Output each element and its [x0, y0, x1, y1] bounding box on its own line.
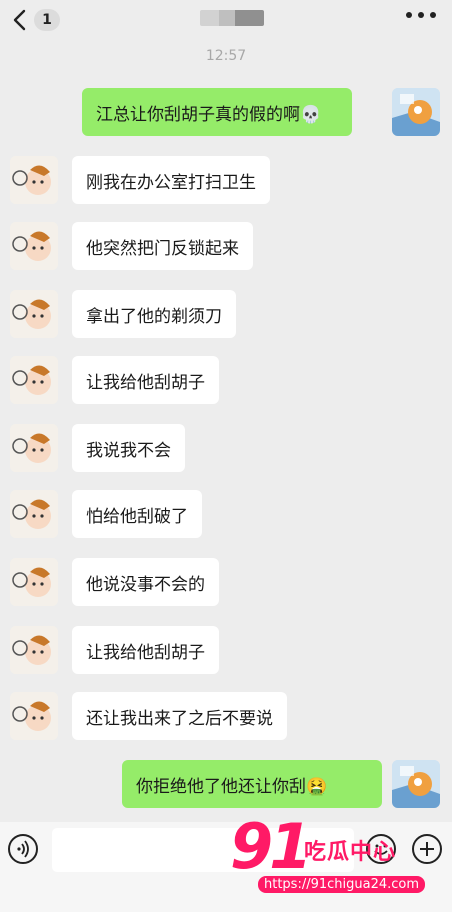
message-bubble-incoming[interactable]: 我说我不会 [72, 424, 185, 472]
avatar-image [392, 88, 440, 136]
avatar-image [10, 626, 58, 674]
message-text: 让我给他刮胡子 [86, 372, 205, 393]
back-button[interactable]: 1 [12, 6, 60, 34]
contact-avatar[interactable] [10, 156, 58, 204]
message-text: 他突然把门反锁起来 [86, 238, 239, 259]
watermark-name: 吃瓜中心 [304, 840, 397, 865]
contact-avatar[interactable] [10, 222, 58, 270]
message-text: 你拒绝他了他还让你刮🤮 [136, 776, 328, 797]
message-bubble-incoming[interactable]: 刚我在办公室打扫卫生 [72, 156, 270, 204]
more-button[interactable] [406, 12, 436, 18]
voice-icon [17, 840, 29, 858]
avatar-image [10, 356, 58, 404]
contact-avatar[interactable] [10, 356, 58, 404]
message-bubble-incoming[interactable]: 拿出了他的剃须刀 [72, 290, 236, 338]
contact-avatar[interactable] [10, 490, 58, 538]
site-watermark: 91 吃瓜中心 https://91chigua24.com [230, 810, 452, 912]
message-bubble-incoming[interactable]: 还让我出来了之后不要说 [72, 692, 287, 740]
message-bubble-incoming[interactable]: 他突然把门反锁起来 [72, 222, 253, 270]
message-bubble-incoming[interactable]: 让我给他刮胡子 [72, 356, 219, 404]
message-text: 还让我出来了之后不要说 [86, 708, 273, 729]
contact-avatar[interactable] [10, 290, 58, 338]
contact-avatar[interactable] [10, 626, 58, 674]
message-text: 怕给他刮破了 [86, 506, 188, 527]
avatar-image [10, 222, 58, 270]
message-text: 刚我在办公室打扫卫生 [86, 172, 256, 193]
more-dot [430, 12, 436, 18]
avatar-image [392, 760, 440, 808]
message-bubble-incoming[interactable]: 他说没事不会的 [72, 558, 219, 606]
avatar-image [10, 692, 58, 740]
avatar-image [10, 290, 58, 338]
contact-avatar[interactable] [10, 692, 58, 740]
my-avatar[interactable] [392, 760, 440, 808]
chevron-left-icon [13, 9, 26, 31]
my-avatar[interactable] [392, 88, 440, 136]
watermark-number: 91 [230, 810, 312, 883]
message-text: 我说我不会 [86, 440, 171, 461]
chat-title-blurred [200, 10, 264, 26]
message-bubble-outgoing[interactable]: 你拒绝他了他还让你刮🤮 [122, 760, 382, 808]
message-text: 拿出了他的剃须刀 [86, 306, 222, 327]
message-bubble-incoming[interactable]: 让我给他刮胡子 [72, 626, 219, 674]
more-dots-icon [406, 12, 412, 18]
message-text: 江总让你刮胡子真的假的啊💀 [96, 104, 322, 125]
message-text: 让我给他刮胡子 [86, 642, 205, 663]
message-bubble-outgoing[interactable]: 江总让你刮胡子真的假的啊💀 [82, 88, 352, 136]
more-dot [418, 12, 424, 18]
watermark-url: https://91chigua24.com [258, 876, 426, 893]
chat-header: 1 [0, 0, 452, 40]
message-text: 他说没事不会的 [86, 574, 205, 595]
avatar-image [10, 424, 58, 472]
contact-avatar[interactable] [10, 558, 58, 606]
avatar-image [10, 156, 58, 204]
message-bubble-incoming[interactable]: 怕给他刮破了 [72, 490, 202, 538]
unread-count-badge: 1 [34, 9, 60, 31]
avatar-image [10, 490, 58, 538]
message-timestamp: 12:57 [205, 48, 247, 64]
contact-avatar[interactable] [10, 424, 58, 472]
avatar-image [10, 558, 58, 606]
voice-button[interactable] [8, 834, 38, 864]
